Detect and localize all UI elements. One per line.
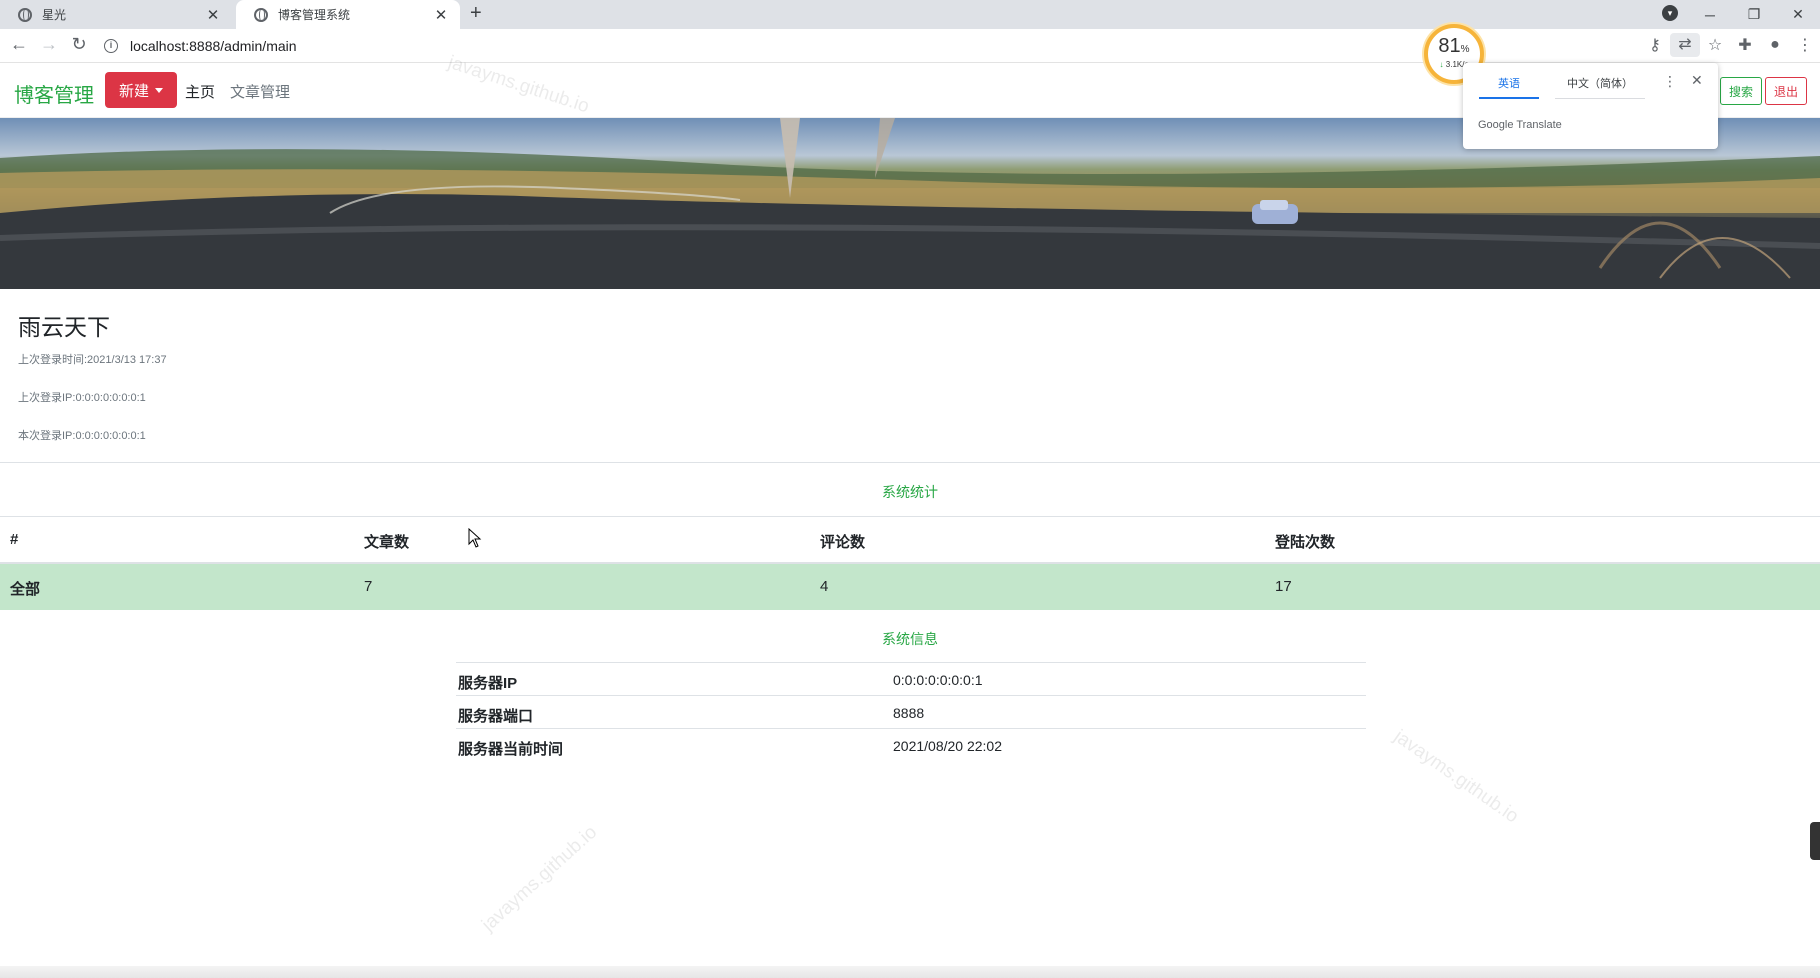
divider (0, 462, 1820, 463)
sysinfo-section-title: 系统信息 (882, 631, 938, 647)
close-window-icon[interactable]: ✕ (1776, 6, 1820, 23)
header-comments: 评论数 (820, 534, 866, 551)
translate-icon[interactable]: ⇄ (1670, 33, 1700, 57)
url-text: localhost:8888/admin/main (130, 38, 297, 54)
browser-tabstrip: 星光 ✕ 博客管理系统 ✕ + ▾ ─ ❐ ✕ (0, 0, 1820, 29)
info-label: 服务器当前时间 (458, 741, 564, 758)
new-dropdown-button[interactable]: 新建 (105, 72, 177, 108)
toolbar-icons: ⚷ ⇄ ☆ ✚ ● ⋮ (1640, 33, 1820, 57)
back-arrow-icon[interactable]: ← (8, 34, 30, 55)
bottom-edge (0, 966, 1820, 978)
tab-title: 博客管理系统 (278, 8, 351, 22)
kebab-menu-icon[interactable]: ⋮ (1790, 35, 1820, 55)
close-icon[interactable]: ✕ (1691, 72, 1703, 89)
window-controls: ─ ❐ ✕ (1688, 0, 1820, 29)
download-arrow-icon: ↓ (1439, 60, 1444, 69)
current-login-ip: 本次登录IP:0:0:0:0:0:0:0:1 (18, 430, 146, 442)
login-count: 17 (1275, 578, 1292, 595)
table-row: 服务器IP 0:0:0:0:0:0:0:1 (456, 662, 1366, 695)
search-button[interactable]: 搜索 (1720, 77, 1762, 105)
nav-link-home[interactable]: 主页 (185, 81, 215, 102)
kebab-menu-icon[interactable]: ⋮ (1663, 73, 1677, 90)
watermark-text: javayms.github.io (1389, 726, 1523, 828)
globe-icon (18, 7, 32, 22)
caret-down-icon (155, 87, 163, 93)
forward-arrow-icon[interactable]: → (38, 34, 60, 55)
info-label: 服务器IP (458, 675, 518, 692)
tab-title: 星光 (42, 8, 67, 22)
tab-search-icon[interactable]: ▾ (1662, 5, 1678, 21)
close-icon[interactable]: ✕ (204, 6, 222, 24)
restore-icon[interactable]: ❐ (1732, 6, 1776, 23)
stats-table-header: # 文章数 评论数 登陆次数 (0, 517, 1820, 564)
nav-link-articles[interactable]: 文章管理 (230, 81, 290, 102)
site-info-icon[interactable]: i (104, 39, 118, 53)
info-value: 8888 (893, 705, 925, 721)
new-button-label: 新建 (118, 82, 149, 100)
brand-logo[interactable]: 博客管理 (14, 79, 94, 108)
translate-source-tab[interactable]: 英语 (1479, 75, 1539, 99)
table-row: 服务器端口 8888 (456, 695, 1366, 728)
star-icon[interactable]: ☆ (1700, 35, 1730, 55)
table-row: 全部 7 4 17 (0, 564, 1820, 610)
info-value: 0:0:0:0:0:0:0:1 (893, 672, 983, 688)
last-login-time: 上次登录时间:2021/3/13 17:37 (18, 354, 167, 366)
reload-icon[interactable]: ↻ (68, 34, 90, 55)
watermark-text: javayms.github.io (478, 821, 602, 936)
header-index: # (10, 531, 19, 548)
header-logins: 登陆次数 (1275, 534, 1336, 551)
close-icon[interactable]: ✕ (432, 6, 450, 24)
side-panel-handle[interactable] (1810, 822, 1820, 860)
key-icon[interactable]: ⚷ (1640, 35, 1670, 55)
mouse-cursor-icon (468, 528, 482, 548)
speed-percent: 81% (1438, 35, 1470, 57)
header-articles: 文章数 (364, 534, 410, 551)
translate-brand: Google Translate (1478, 119, 1562, 131)
browser-tab-starlight[interactable]: 星光 ✕ (0, 0, 232, 29)
new-tab-button[interactable]: + (470, 2, 482, 25)
logout-button[interactable]: 退出 (1765, 77, 1807, 105)
table-row: 服务器当前时间 2021/08/20 22:02 (456, 728, 1366, 761)
row-label: 全部 (10, 581, 41, 598)
google-translate-popup: 英语 中文（简体） ⋮ ✕ Google Translate (1463, 63, 1718, 149)
comment-count: 4 (820, 578, 829, 595)
globe-icon (254, 7, 268, 22)
minimize-icon[interactable]: ─ (1688, 7, 1732, 23)
last-login-ip: 上次登录IP:0:0:0:0:0:0:0:1 (18, 392, 146, 404)
article-count: 7 (364, 578, 373, 595)
info-label: 服务器端口 (458, 708, 534, 725)
extensions-icon[interactable]: ✚ (1730, 35, 1760, 55)
info-value: 2021/08/20 22:02 (893, 738, 1002, 754)
translate-target-tab[interactable]: 中文（简体） (1555, 75, 1645, 99)
sysinfo-table: 服务器IP 0:0:0:0:0:0:0:1 服务器端口 8888 服务器当前时间… (456, 662, 1366, 761)
user-display-name: 雨云天下 (18, 314, 110, 340)
profile-icon[interactable]: ● (1760, 36, 1790, 54)
browser-toolbar: ← → ↻ i localhost:8888/admin/main ⚷ ⇄ ☆ … (0, 29, 1820, 63)
stats-section-title: 系统统计 (882, 484, 938, 500)
browser-tab-blog-admin[interactable]: 博客管理系统 ✕ (236, 0, 460, 29)
